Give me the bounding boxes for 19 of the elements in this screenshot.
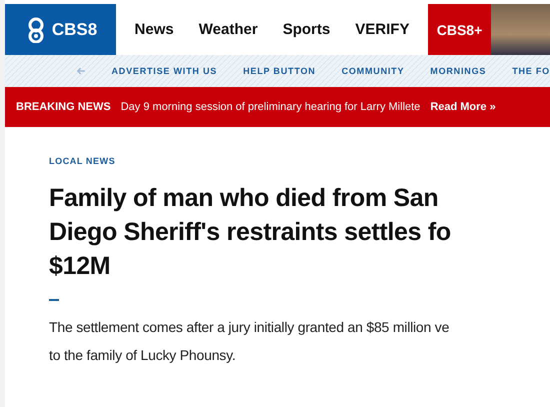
article-headline: Family of man who died from San Diego Sheriff's restraints settles fo $12M bbox=[49, 183, 452, 282]
sub-nav-link[interactable]: COMMUNITY bbox=[342, 66, 404, 76]
station-logo[interactable]: CBS8 bbox=[5, 4, 116, 55]
streaming-logo[interactable]: CBS8+ bbox=[428, 4, 491, 55]
sub-nav-link[interactable]: ADVERTISE WITH US bbox=[111, 66, 218, 76]
sub-nav-link[interactable]: MORNINGS bbox=[430, 66, 486, 76]
category-link[interactable]: LOCAL NEWS bbox=[49, 156, 116, 166]
sub-nav-link[interactable]: HELP BUTTON bbox=[243, 66, 316, 76]
photo-placeholder bbox=[491, 4, 550, 55]
nav-link[interactable]: Sports bbox=[282, 21, 330, 38]
nav-link[interactable]: Weather bbox=[198, 21, 258, 38]
read-more-link[interactable]: Read More » bbox=[430, 101, 496, 113]
nav-link[interactable]: VERIFY bbox=[355, 21, 410, 38]
breaking-news-label: BREAKING NEWS bbox=[16, 101, 111, 113]
article-summary: The settlement comes after a jury initially granted an $85 million ve to the family of Lucky Phounsy. bbox=[49, 318, 450, 365]
back-arrow-icon[interactable] bbox=[77, 66, 86, 76]
sub-nav-link[interactable]: THE FO bbox=[512, 66, 550, 76]
breaking-news-text: Day 9 morning session of preliminary hearing for Larry Millete bbox=[120, 101, 420, 113]
nav-link[interactable]: News bbox=[134, 21, 174, 38]
